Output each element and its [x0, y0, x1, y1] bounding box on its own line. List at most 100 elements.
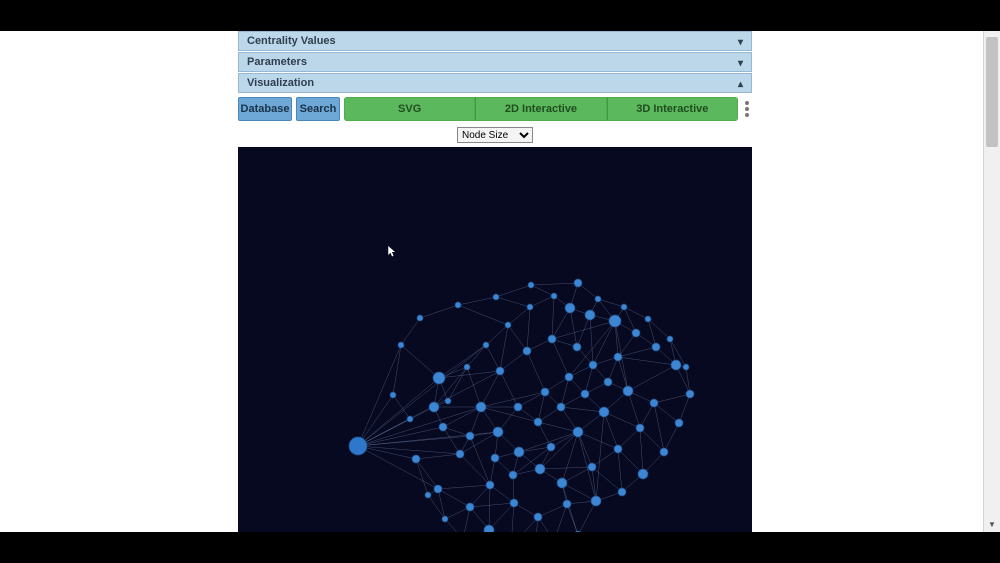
graph-node[interactable] [573, 427, 583, 437]
graph-node[interactable] [390, 392, 396, 398]
graph-node[interactable] [486, 481, 494, 489]
panel-centrality-values[interactable]: Centrality Values ▾ [238, 31, 752, 51]
graph-node[interactable] [476, 402, 486, 412]
graph-node[interactable] [505, 322, 511, 328]
vertical-scrollbar[interactable]: ▲ ▼ [983, 31, 1000, 532]
graph-node[interactable] [638, 469, 648, 479]
graph-node[interactable] [565, 373, 573, 381]
graph-node[interactable] [565, 303, 575, 313]
panel-visualization[interactable]: Visualization ▴ [238, 73, 752, 93]
graph-node[interactable] [412, 455, 420, 463]
graph-node[interactable] [614, 353, 622, 361]
network-graph[interactable] [238, 147, 752, 532]
tab-visualization-modes: SVG 2D Interactive 3D Interactive [344, 97, 738, 121]
graph-node[interactable] [551, 293, 557, 299]
graph-node[interactable] [574, 531, 582, 532]
tab-search[interactable]: Search [296, 97, 340, 121]
panel-label: Centrality Values [247, 35, 336, 47]
graph-node[interactable] [527, 304, 533, 310]
graph-node[interactable] [439, 423, 447, 431]
graph-node[interactable] [604, 378, 612, 386]
graph-node[interactable] [591, 496, 601, 506]
tab-database[interactable]: Database [238, 97, 292, 121]
graph-node[interactable] [563, 500, 571, 508]
graph-node[interactable] [632, 329, 640, 337]
node-size-row: Node Size [238, 127, 752, 143]
graph-node[interactable] [636, 424, 644, 432]
scrollbar-thumb[interactable] [986, 37, 998, 147]
graph-node[interactable] [407, 416, 413, 422]
graph-node[interactable] [589, 361, 597, 369]
graph-node[interactable] [671, 360, 681, 370]
graph-node[interactable] [493, 427, 503, 437]
graph-node[interactable] [434, 485, 442, 493]
node-size-select[interactable]: Node Size [457, 127, 533, 143]
graph-node[interactable] [445, 398, 451, 404]
graph-node[interactable] [442, 516, 448, 522]
graph-node[interactable] [509, 471, 517, 479]
graph-node[interactable] [574, 279, 582, 287]
graph-node[interactable] [683, 364, 689, 370]
graph-node[interactable] [523, 347, 531, 355]
graph-node[interactable] [541, 388, 549, 396]
graph-node[interactable] [456, 450, 464, 458]
graph-node[interactable] [429, 402, 439, 412]
graph-node[interactable] [466, 432, 474, 440]
graph-node[interactable] [645, 316, 651, 322]
graph-node[interactable] [417, 315, 423, 321]
graph-node[interactable] [652, 343, 660, 351]
graph-node[interactable] [581, 390, 589, 398]
chevron-down-icon: ▾ [738, 34, 743, 52]
chevron-down-icon: ▾ [738, 55, 743, 73]
tab-3d-interactive[interactable]: 3D Interactive [607, 97, 738, 121]
graph-node[interactable] [534, 513, 542, 521]
graph-node[interactable] [349, 437, 367, 455]
graph-node[interactable] [599, 407, 609, 417]
graph-node[interactable] [614, 445, 622, 453]
graph-node[interactable] [595, 296, 601, 302]
graph-node[interactable] [686, 390, 694, 398]
graph-node[interactable] [618, 488, 626, 496]
graph-node[interactable] [548, 335, 556, 343]
graph-node[interactable] [547, 443, 555, 451]
graph-node[interactable] [621, 304, 627, 310]
graph-node[interactable] [484, 525, 494, 532]
graph-node[interactable] [425, 492, 431, 498]
scroll-down-icon[interactable]: ▼ [984, 516, 1000, 532]
graph-node[interactable] [557, 403, 565, 411]
graph-node[interactable] [609, 315, 621, 327]
graph-node[interactable] [496, 367, 504, 375]
graph-node[interactable] [573, 343, 581, 351]
graph-node[interactable] [557, 478, 567, 488]
graph-canvas[interactable] [238, 147, 752, 532]
graph-node[interactable] [466, 503, 474, 511]
graph-node[interactable] [491, 454, 499, 462]
graph-node[interactable] [667, 336, 673, 342]
graph-node[interactable] [455, 302, 461, 308]
graph-node[interactable] [433, 372, 445, 384]
panel-parameters[interactable]: Parameters ▾ [238, 52, 752, 72]
graph-node[interactable] [534, 418, 542, 426]
graph-node[interactable] [464, 364, 470, 370]
graph-node[interactable] [493, 294, 499, 300]
graph-node[interactable] [483, 342, 489, 348]
graph-node[interactable] [675, 419, 683, 427]
chevron-up-icon: ▴ [738, 76, 743, 94]
graph-node[interactable] [398, 342, 404, 348]
graph-node[interactable] [510, 499, 518, 507]
graph-node[interactable] [588, 463, 596, 471]
graph-node[interactable] [660, 448, 668, 456]
tab-2d-interactive[interactable]: 2D Interactive [475, 97, 606, 121]
graph-node[interactable] [514, 403, 522, 411]
tab-svg[interactable]: SVG [344, 97, 475, 121]
graph-node[interactable] [623, 386, 633, 396]
graph-node[interactable] [585, 310, 595, 320]
overflow-menu-icon[interactable] [742, 97, 752, 121]
graph-node[interactable] [528, 282, 534, 288]
tab-row: Database Search SVG 2D Interactive 3D In… [238, 95, 752, 123]
panel-label: Parameters [247, 56, 307, 68]
panel-label: Visualization [247, 77, 314, 89]
graph-node[interactable] [535, 464, 545, 474]
graph-node[interactable] [650, 399, 658, 407]
graph-node[interactable] [514, 447, 524, 457]
